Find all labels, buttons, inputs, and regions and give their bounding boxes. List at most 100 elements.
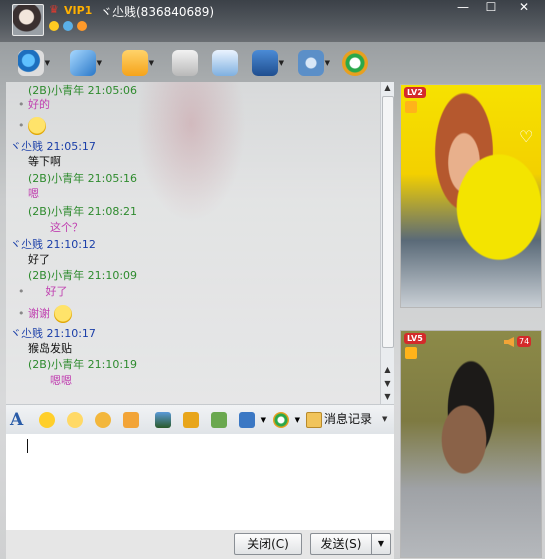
send-options-button[interactable]: ▼ [371,533,391,555]
settings-icon [298,50,324,76]
add-app-button[interactable] [210,48,244,78]
message-history-button[interactable]: 消息记录 ▼ [306,409,392,431]
video-call-button[interactable]: ▼ [16,48,50,78]
music-button[interactable] [182,411,202,429]
level-badge: LV2 [404,87,426,98]
send-file-button[interactable]: ▼ [120,48,154,78]
avatar[interactable] [12,4,44,36]
volume-icon[interactable] [504,337,514,347]
gift-box-icon [405,101,417,113]
smile-emoji-icon [53,305,72,323]
chevron-down-icon: ▼ [260,416,266,424]
minimize-button[interactable]: — [450,0,476,16]
volume-level: 74 [517,336,532,347]
chevron-down-icon: ▼ [294,416,300,424]
message-text: 好了 [45,285,68,298]
vip-crown-icon: ♛ [49,3,59,16]
message-input[interactable] [6,434,394,531]
message-header: (2B)小青年 21:10:09 [28,269,138,282]
message-header: ヾ尐贱 21:10:12 [10,238,96,251]
smile-emoji-icon [28,117,46,135]
send-file-icon [122,50,148,76]
gift-button[interactable] [210,411,230,429]
scroll-down-icon[interactable]: ▼ [381,391,394,403]
local-video[interactable]: LV5 74 [400,330,542,558]
message-text: 嗯 [28,187,39,200]
message-body: • 谢谢 [18,305,72,323]
scroll-down-icon[interactable]: ▼ [381,378,394,390]
message-text: 好了 [28,253,50,266]
send-button[interactable]: 发送(S) [310,533,371,555]
message-text: 猴岛发贴 [28,342,72,355]
format-toolbar: A ▼ ▼ 消息记录 ▼ [6,404,394,436]
magic-icon[interactable] [77,21,87,31]
message-header: (2B)小青年 21:10:19 [28,358,138,371]
message-text: 嗯嗯 [50,374,72,387]
message-body: • 好的 [18,98,50,111]
chat-scrollbar[interactable]: ▲ ▲ ▼ ▼ [380,82,394,404]
qq-show-format-button[interactable]: ▼ [272,411,300,429]
screenshot-icon [239,412,255,428]
heart-icon: ♡ [519,127,534,146]
scroll-up-icon[interactable]: ▲ [381,82,394,94]
level-badge: LV5 [404,333,426,344]
text-caret [27,439,28,453]
chevron-down-icon: ▼ [44,59,50,67]
doodle-icon [123,412,139,428]
star-icon[interactable] [49,21,59,31]
message-header: (2B)小青年 21:08:21 [28,205,138,218]
vip-badge: VIP1 [64,4,93,17]
message-text: 这个？ [50,221,83,234]
chevron-down-icon: ▼ [377,539,385,548]
chat-background-image [136,82,246,222]
magic-emoji-button[interactable] [66,411,86,429]
qq-show-icon [342,50,368,76]
qq-show-button[interactable] [340,48,374,78]
add-app-icon [212,50,238,76]
scroll-up-icon[interactable]: ▲ [381,364,394,376]
voice-call-button[interactable]: ▼ [68,48,102,78]
maximize-button[interactable]: ☐ [478,0,504,16]
email-button[interactable] [170,48,204,78]
chevron-down-icon: ▼ [324,59,330,67]
shake-button[interactable] [94,411,114,429]
music-icon [183,412,199,428]
message-text: 谢谢 [28,307,50,320]
message-text: 等下啊 [28,155,61,168]
message-header: ヾ尐贱 21:05:17 [10,140,96,153]
message-text: 好的 [28,98,50,111]
emoji-button[interactable] [38,411,58,429]
microphone-icon [70,50,96,76]
font-icon[interactable]: A [10,411,30,429]
gift-box-icon [405,347,417,359]
qzone-icon[interactable] [63,21,73,31]
chat-history[interactable]: (2B)小青年 21:05:06 • 好的 • ヾ尐贱 21:05:17 等下啊… [6,82,380,404]
image-icon [155,412,171,428]
bottom-bar: 关闭(C) 发送(S) ▼ [6,530,394,559]
chevron-down-icon: ▼ [278,59,284,67]
magic-emoji-icon [67,412,83,428]
chevron-down-icon: ▼ [148,59,154,67]
message-body: • 好了 [18,285,68,298]
message-header: ヾ尐贱 21:10:17 [10,327,96,340]
screenshot-button[interactable]: ▼ [238,411,266,429]
history-icon [306,412,322,428]
history-label: 消息记录 [324,412,373,426]
assistant-button[interactable]: ▼ [250,48,284,78]
email-icon [172,50,198,76]
close-chat-button[interactable]: 关闭(C) [234,533,302,555]
chevron-down-icon: ▼ [382,415,388,423]
close-window-button[interactable]: ✕ [508,0,540,16]
gift-icon [211,412,227,428]
assistant-icon [252,50,278,76]
remote-video[interactable]: LV2 ♡ [400,84,542,308]
contact-nickname: ヾ尐贱(836840689) [100,5,215,19]
camera-icon [18,50,44,76]
scroll-thumb[interactable] [382,96,394,348]
doodle-button[interactable] [122,411,142,429]
qq-logo-icon [273,412,289,428]
shake-icon [95,412,111,428]
settings-button[interactable]: ▼ [296,48,330,78]
message-header: (2B)小青年 21:05:16 [28,172,138,185]
send-image-button[interactable] [154,411,174,429]
